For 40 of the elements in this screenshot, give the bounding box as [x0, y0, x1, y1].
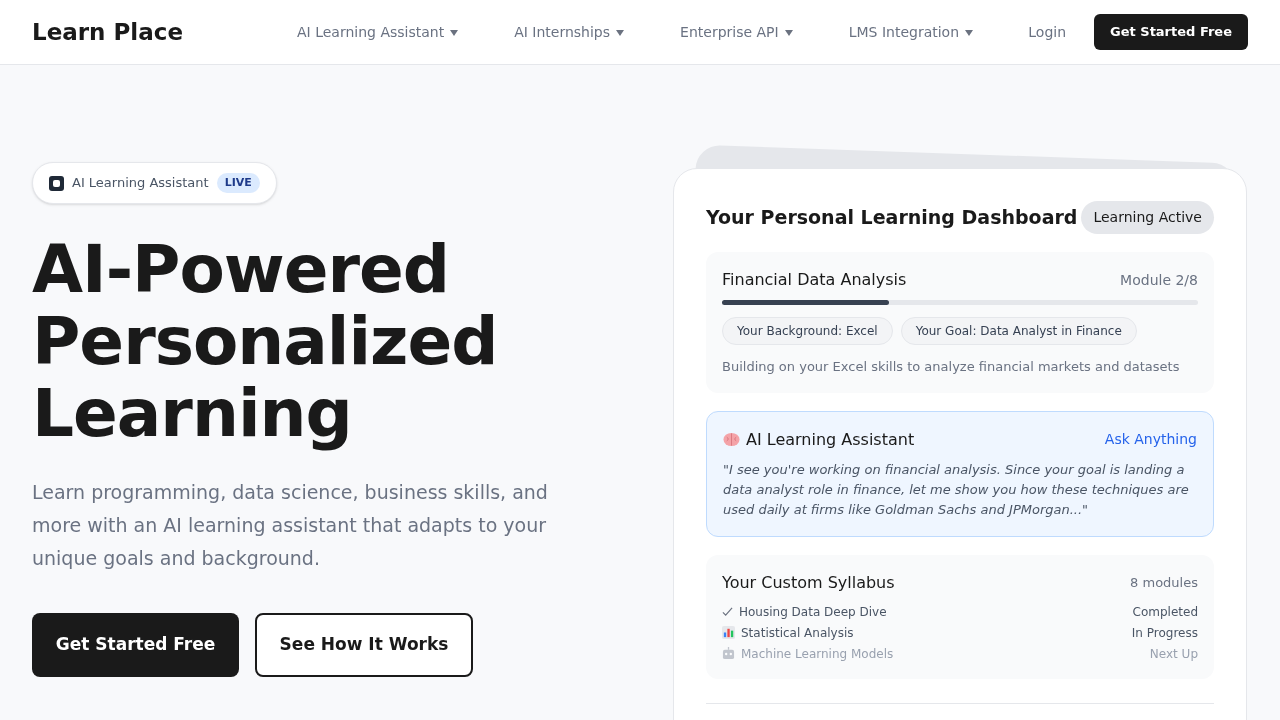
syllabus-title: Your Custom Syllabus — [722, 571, 895, 594]
robot-icon — [722, 647, 735, 660]
login-link[interactable]: Login — [1028, 21, 1067, 43]
brain-icon — [723, 432, 740, 447]
caret-icon — [784, 30, 793, 36]
logo[interactable]: Learn Place — [32, 14, 297, 50]
module-title: Financial Data Analysis — [722, 269, 907, 291]
profile-tag: Your Background: Excel — [722, 317, 893, 345]
square-icon — [49, 175, 64, 191]
get-started-button[interactable]: Get Started Free — [1094, 14, 1248, 50]
assistant-quote: "I see you're working on financial analysis. Since your goal is landing a data analyst role in finance, let me show you how these techniques are used daily at firms like Goldman Sachs and JPMorgan..." — [723, 460, 1190, 519]
dashboard-title: Your Personal Learning Dashboard — [706, 205, 1078, 231]
nav-menu-link[interactable]: LMS Integration — [848, 21, 974, 43]
caret-icon — [450, 30, 459, 36]
syllabus-item-status: Completed — [1132, 603, 1198, 621]
live-tag: LIVE — [216, 172, 260, 194]
see-how-it-works-button[interactable]: See How It Works — [255, 613, 473, 677]
syllabus-item-name: Statistical Analysis — [741, 624, 854, 642]
syllabus-item-name: Housing Data Deep Dive — [739, 603, 887, 621]
status-pill: Learning Active — [1081, 201, 1214, 234]
nav-menu-link[interactable]: AI Learning Assistant — [297, 21, 459, 43]
nav-menu-link[interactable]: AI Internships — [514, 21, 625, 43]
module-count: 8 modules — [1130, 573, 1198, 592]
module-description: Building on your Excel skills to analyze financial markets and datasets — [722, 358, 1181, 376]
nav-menu-link[interactable]: Enterprise API — [680, 21, 793, 43]
assistant-title: AI Learning Assistant — [746, 428, 915, 451]
caret-icon — [616, 30, 625, 36]
caret-icon — [965, 30, 974, 36]
profile-tag: Your Goal: Data Analyst in Finance — [900, 317, 1137, 345]
hero-heading: AI-Powered Personalized Learning — [32, 234, 499, 450]
syllabus-item-status: In Progress — [1131, 624, 1198, 642]
module-counter: Module 2/8 — [1120, 270, 1198, 290]
get-started-button[interactable]: Get Started Free — [32, 613, 239, 677]
hero-subtitle: Learn programming, data science, business skills, and more with an AI learning assistant that adapts to your unique goals and background. — [32, 480, 549, 571]
ask-anything-link[interactable]: Ask Anything — [1104, 429, 1197, 450]
bar-chart-icon — [722, 626, 735, 639]
syllabus-item-name: Machine Learning Models — [741, 645, 894, 663]
checkmark-icon — [722, 606, 733, 617]
syllabus-item-status: Next Up — [1149, 645, 1198, 663]
badge-label: AI Learning Assistant — [72, 174, 209, 193]
